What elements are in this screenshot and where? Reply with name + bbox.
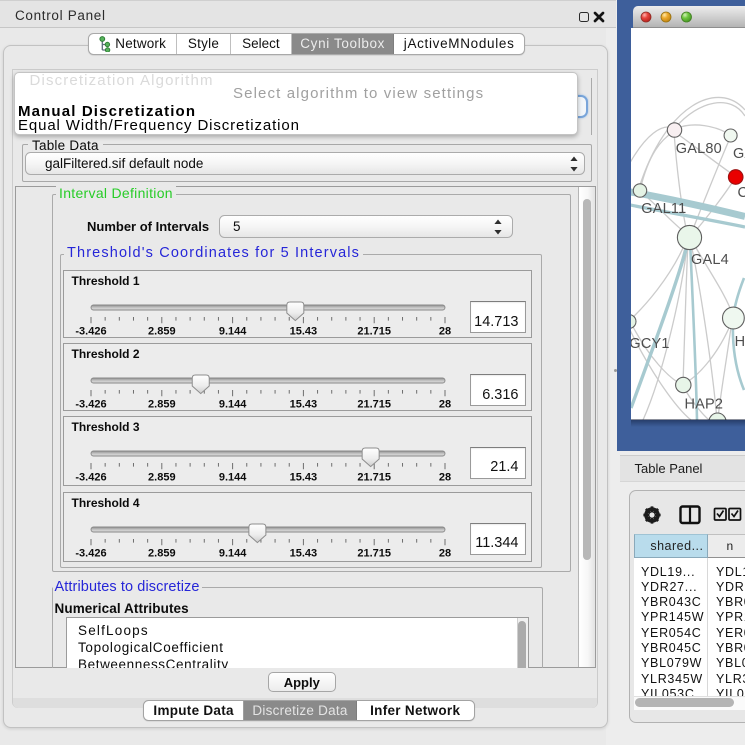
svg-text:GAL4: GAL4 — [691, 252, 729, 268]
svg-text:9.144: 9.144 — [218, 325, 246, 337]
svg-text:15.43: 15.43 — [289, 547, 317, 559]
svg-text:21.715: 21.715 — [357, 398, 391, 410]
svg-text:28: 28 — [438, 471, 450, 483]
svg-text:2.859: 2.859 — [148, 398, 176, 410]
svg-text:21.715: 21.715 — [357, 547, 391, 559]
svg-text:-3.426: -3.426 — [75, 398, 106, 410]
svg-text:15.43: 15.43 — [289, 325, 317, 337]
svg-text:CY: CY — [738, 185, 745, 201]
svg-text:9.144: 9.144 — [218, 398, 246, 410]
svg-text:2.859: 2.859 — [148, 325, 176, 337]
svg-text:28: 28 — [438, 547, 450, 559]
svg-text:GAL80: GAL80 — [676, 140, 722, 156]
svg-text:-3.426: -3.426 — [75, 325, 106, 337]
svg-text:GAL11: GAL11 — [641, 201, 686, 217]
svg-text:GCY1: GCY1 — [631, 336, 670, 352]
svg-text:GA: GA — [733, 146, 745, 162]
svg-text:28: 28 — [438, 325, 450, 337]
svg-text:28: 28 — [438, 398, 450, 410]
svg-text:21.715: 21.715 — [357, 471, 391, 483]
svg-text:9.144: 9.144 — [218, 471, 246, 483]
svg-text:15.43: 15.43 — [289, 398, 317, 410]
svg-text:9.144: 9.144 — [218, 547, 246, 559]
svg-text:HAP2: HAP2 — [685, 396, 724, 412]
svg-text:-3.426: -3.426 — [75, 471, 106, 483]
svg-text:-3.426: -3.426 — [75, 547, 106, 559]
svg-text:15.43: 15.43 — [289, 471, 317, 483]
svg-text:2.859: 2.859 — [148, 547, 176, 559]
svg-text:21.715: 21.715 — [357, 325, 391, 337]
svg-text:2.859: 2.859 — [148, 471, 176, 483]
svg-text:HI: HI — [735, 333, 745, 349]
